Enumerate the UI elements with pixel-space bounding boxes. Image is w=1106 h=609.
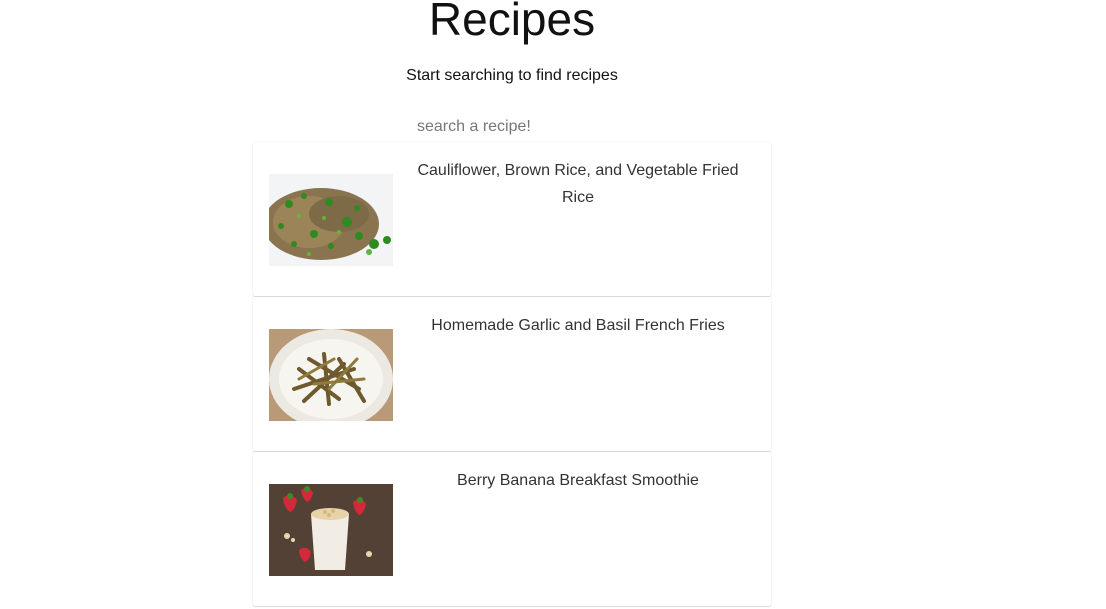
fried-rice-photo: [269, 174, 393, 266]
recipe-card[interactable]: Berry Banana Breakfast Smoothie: [253, 452, 771, 606]
search-field: [416, 112, 607, 143]
recipe-title[interactable]: Berry Banana Breakfast Smoothie: [413, 467, 743, 494]
recipe-title[interactable]: Homemade Garlic and Basil French Fries: [413, 312, 743, 339]
page-title: Recipes: [428, 0, 596, 45]
french-fries-photo: [269, 329, 393, 421]
recipes-page: Recipes Start searching to find recipes: [0, 0, 1106, 609]
search-input[interactable]: [416, 112, 607, 142]
recipe-card[interactable]: Cauliflower, Brown Rice, and Vegetable F…: [253, 142, 771, 296]
recipe-list: Cauliflower, Brown Rice, and Vegetable F…: [253, 142, 771, 607]
recipe-card[interactable]: Homemade Garlic and Basil French Fries: [253, 297, 771, 451]
recipe-title[interactable]: Cauliflower, Brown Rice, and Vegetable F…: [413, 157, 743, 211]
smoothie-photo: [269, 484, 393, 576]
page-subtitle: Start searching to find recipes: [406, 67, 618, 84]
